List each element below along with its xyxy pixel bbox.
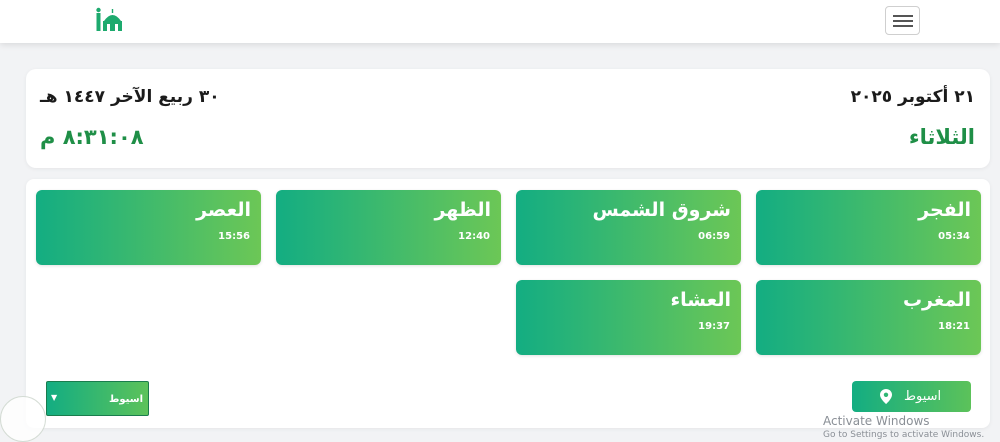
- prayer-time: 06:59: [698, 231, 730, 242]
- prayer-name: شروق الشمس: [592, 199, 732, 221]
- prayer-name: الظهر: [434, 199, 491, 221]
- top-navbar: [0, 0, 1000, 43]
- prayer-card-asr: العصر 15:56: [36, 190, 261, 265]
- prayer-card-dhuhr: الظهر 12:40: [276, 190, 501, 265]
- prayer-card-isha: العشاء 19:37: [516, 280, 741, 355]
- prayer-card-maghrib: المغرب 18:21: [756, 280, 981, 355]
- date-card: ٢١ أكتوبر ٢٠٢٥ ٣٠ ربيع الآخر ١٤٤٧ هـ الث…: [26, 69, 990, 168]
- chevron-down-icon: ▼: [51, 393, 58, 402]
- prayer-name: العصر: [196, 199, 251, 221]
- prayer-time: 15:56: [218, 231, 250, 242]
- gregorian-date: ٢١ أكتوبر ٢٠٢٥: [850, 87, 975, 107]
- floating-badge[interactable]: [0, 396, 46, 442]
- prayer-card-fajr: الفجر 05:34: [756, 190, 981, 265]
- prayer-time: 12:40: [458, 231, 490, 242]
- prayer-time: 18:21: [938, 321, 970, 332]
- location-button-label: اسيوط: [904, 389, 942, 404]
- prayer-name: الفجر: [918, 199, 971, 221]
- hijri-date: ٣٠ ربيع الآخر ١٤٤٧ هـ: [40, 87, 220, 107]
- location-button[interactable]: اسيوط: [852, 381, 971, 412]
- menu-toggle-button[interactable]: [885, 6, 920, 35]
- prayer-time: 19:37: [698, 321, 730, 332]
- day-name: الثلاثاء: [908, 125, 975, 149]
- prayer-name: العشاء: [670, 289, 731, 311]
- prayer-time: 05:34: [938, 231, 970, 242]
- city-select[interactable]: ▼ اسيوط: [46, 381, 149, 416]
- city-select-value: اسيوط: [109, 394, 143, 405]
- watermark-subtitle: Go to Settings to activate Windows.: [823, 430, 985, 440]
- watermark-title: Activate Windows: [823, 414, 930, 428]
- prayer-name: المغرب: [902, 289, 971, 311]
- current-time: ٨:٣١:٠٨ م: [40, 125, 144, 149]
- windows-activation-watermark: Activate Windows Go to Settings to activ…: [823, 414, 984, 440]
- hamburger-menu-icon: [893, 15, 913, 17]
- mosque-icon[interactable]: [95, 7, 125, 31]
- prayer-times-panel: الفجر 05:34 شروق الشمس 06:59 الظهر 12:40…: [26, 179, 990, 428]
- map-pin-icon: [880, 389, 892, 404]
- prayer-card-sunrise: شروق الشمس 06:59: [516, 190, 741, 265]
